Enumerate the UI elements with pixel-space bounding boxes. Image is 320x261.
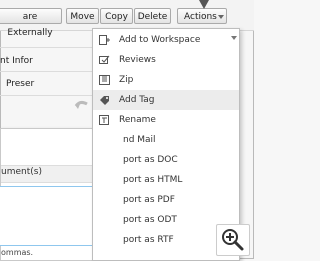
zoom-button[interactable]	[216, 224, 250, 256]
menu-item-label: Add Tag	[119, 95, 155, 105]
delete-button[interactable]: Delete	[134, 8, 171, 24]
menu-item-export-doc[interactable]: port as DOC	[93, 150, 239, 170]
dialog-hint: ommas.	[1, 248, 34, 257]
menu-item-label: Zip	[119, 75, 134, 85]
menu-item-label: port as RTF	[123, 235, 174, 245]
rename-icon	[99, 115, 109, 125]
add-to-workspace-icon	[99, 35, 110, 45]
list-item[interactable]: Preser	[6, 73, 102, 95]
share-externally-button[interactable]: are Externally	[0, 8, 62, 38]
menu-item-zip[interactable]: Zip	[93, 70, 239, 90]
curved-arrow-icon	[74, 100, 88, 109]
pointer-arrow-icon	[199, 0, 209, 9]
actions-button[interactable]: Actions	[177, 8, 227, 24]
chevron-down-icon	[218, 15, 224, 19]
move-button[interactable]: Move	[66, 8, 99, 24]
menu-item-reviews[interactable]: Reviews	[93, 50, 239, 70]
list-divider	[0, 47, 96, 48]
menu-item-label: port as HTML	[123, 175, 183, 185]
list-divider	[0, 71, 96, 72]
menu-item-rename[interactable]: Rename	[93, 110, 239, 130]
tag-icon	[100, 96, 109, 105]
zoom-in-icon	[222, 229, 244, 251]
list-item-label: Preser	[6, 79, 35, 89]
menu-item-label: nd Mail	[123, 135, 156, 145]
list-divider	[0, 95, 96, 96]
menu-item-export-pdf[interactable]: port as PDF	[93, 190, 239, 210]
menu-item-label: port as ODT	[123, 215, 177, 225]
menu-item-export-html[interactable]: port as HTML	[93, 170, 239, 190]
toolbar: are Externally Move Copy Delete Actions	[0, 0, 254, 38]
reviews-icon	[99, 55, 110, 64]
menu-item-label: port as DOC	[123, 155, 178, 165]
actions-label: Actions	[184, 12, 217, 22]
menu-item-label: Reviews	[119, 55, 156, 65]
menu-item-label: Add to Workspace	[119, 35, 201, 45]
menu-item-label: port as PDF	[123, 195, 175, 205]
column-caret-icon	[231, 36, 237, 40]
copy-button[interactable]: Copy	[100, 8, 133, 24]
list-item[interactable]: nt Infor	[0, 50, 96, 72]
menu-item-send-mail[interactable]: nd Mail	[93, 130, 239, 150]
dialog-field-label: ument(s)	[1, 167, 42, 177]
list-item-label: nt Infor	[0, 56, 33, 66]
menu-item-add-to-workspace[interactable]: Add to Workspace	[93, 30, 239, 50]
menu-item-label: Rename	[119, 115, 156, 125]
menu-item-add-tag[interactable]: Add Tag	[93, 90, 239, 110]
zip-icon	[99, 75, 110, 85]
